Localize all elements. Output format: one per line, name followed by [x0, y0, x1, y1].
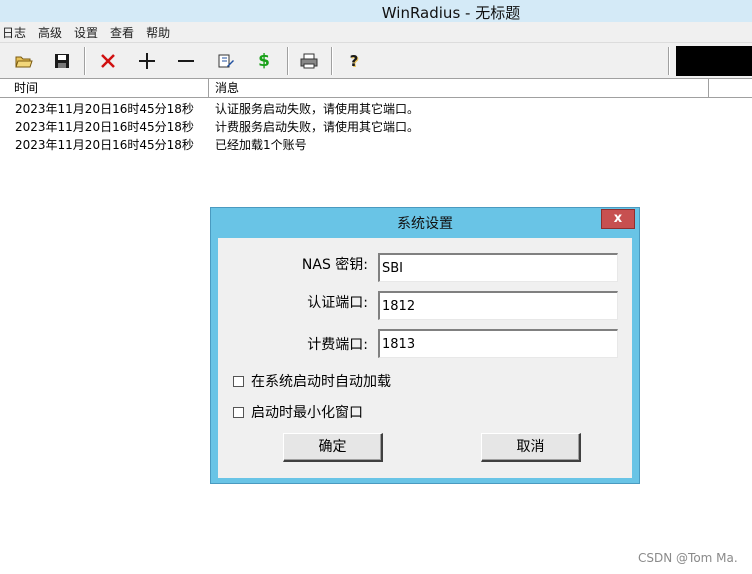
menu-advanced[interactable]: 高级: [38, 24, 68, 41]
log-row[interactable]: 2023年11月20日16时45分18秒 计费服务启动失败，请使用其它端口。: [0, 118, 752, 136]
nas-key-label: NAS 密钥:: [301, 257, 368, 273]
window-title: WinRadius - 无标题: [381, 4, 521, 22]
log-row[interactable]: 2023年11月20日16时45分18秒 认证服务启动失败，请使用其它端口。: [0, 100, 752, 118]
print-icon[interactable]: [295, 47, 323, 75]
minimize-checkbox-row[interactable]: 启动时最小化窗口: [233, 402, 363, 422]
toolbar-separator: [331, 47, 333, 75]
status-panel: [676, 46, 752, 76]
toolbar: $ ?: [0, 42, 752, 78]
log-message: 计费服务启动失败，请使用其它端口。: [215, 120, 420, 134]
column-time-header[interactable]: 时间: [8, 79, 209, 97]
log-time: 2023年11月20日16时45分18秒: [15, 138, 194, 152]
log-time: 2023年11月20日16时45分18秒: [15, 120, 194, 134]
log-row[interactable]: 2023年11月20日16时45分18秒 已经加载1个账号: [0, 136, 752, 154]
settings-dialog: 系统设置 x NAS 密钥: 认证端口: 计费端口: 在系统启动时自动加载 启动…: [210, 207, 640, 484]
acct-port-input[interactable]: [378, 329, 618, 358]
dialog-title: 系统设置: [397, 216, 453, 232]
autoload-checkbox-row[interactable]: 在系统启动时自动加载: [233, 371, 391, 391]
toolbar-separator: [668, 47, 670, 75]
menu-settings[interactable]: 设置: [74, 24, 104, 41]
acct-port-label: 计费端口:: [307, 337, 368, 353]
edit-icon[interactable]: [212, 47, 240, 75]
log-message: 已经加载1个账号: [215, 138, 307, 152]
open-folder-icon[interactable]: [10, 47, 38, 75]
minus-icon[interactable]: [172, 47, 200, 75]
toolbar-separator: [287, 47, 289, 75]
help-question-icon[interactable]: ?: [340, 47, 368, 75]
autoload-label: 在系统启动时自动加载: [251, 374, 391, 390]
log-list-header: 时间 消息: [0, 78, 752, 98]
toolbar-separator: [84, 47, 86, 75]
menu-help[interactable]: 帮助: [146, 24, 176, 41]
save-disk-icon[interactable]: [48, 47, 76, 75]
minimize-label: 启动时最小化窗口: [251, 405, 363, 421]
column-message-header[interactable]: 消息: [209, 79, 709, 97]
close-icon[interactable]: x: [601, 209, 635, 229]
ok-button[interactable]: 确定: [283, 433, 383, 462]
log-time: 2023年11月20日16时45分18秒: [15, 102, 194, 116]
auth-port-label: 认证端口:: [307, 295, 368, 311]
dialog-body: NAS 密钥: 认证端口: 计费端口: 在系统启动时自动加载 启动时最小化窗口 …: [218, 238, 632, 478]
watermark-text: CSDN @Tom Ma.: [638, 551, 738, 565]
auth-port-input[interactable]: [378, 291, 618, 320]
autoload-checkbox[interactable]: [233, 375, 244, 387]
cancel-button[interactable]: 取消: [481, 433, 581, 462]
log-list: 2023年11月20日16时45分18秒 认证服务启动失败，请使用其它端口。 2…: [0, 100, 752, 154]
billing-dollar-icon[interactable]: $: [250, 47, 278, 75]
menu-bar: 日志 高级 设置 查看 帮助: [0, 22, 752, 42]
nas-key-input[interactable]: [378, 253, 618, 282]
minimize-checkbox[interactable]: [233, 406, 244, 418]
menu-view[interactable]: 查看: [110, 24, 140, 41]
window-titlebar: WinRadius - 无标题: [0, 0, 752, 22]
delete-x-icon[interactable]: [94, 47, 122, 75]
plus-icon[interactable]: [133, 47, 161, 75]
menu-log[interactable]: 日志: [2, 24, 32, 41]
log-message: 认证服务启动失败，请使用其它端口。: [215, 102, 420, 116]
